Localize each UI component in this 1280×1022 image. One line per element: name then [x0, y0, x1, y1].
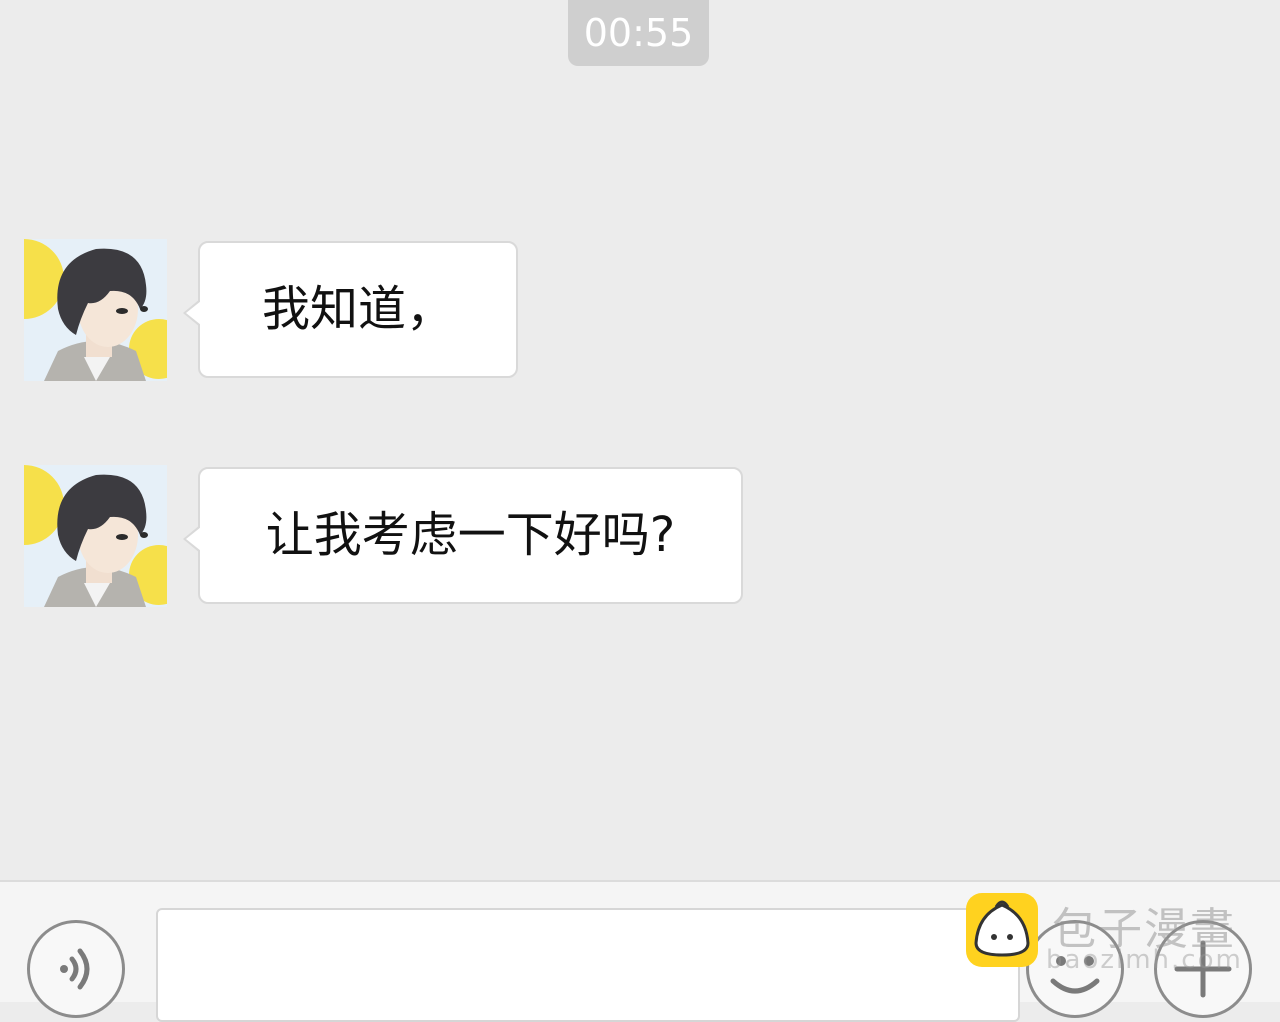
avatar-young-man-icon [24, 239, 167, 381]
message-text: 我知道， [261, 281, 454, 337]
message-input[interactable] [156, 908, 1020, 1022]
voice-icon [60, 948, 90, 990]
message-row: 让我考虑一下好吗? [0, 465, 1280, 615]
message-bubble[interactable]: 让我考虑一下好吗? [183, 467, 743, 604]
bun-logo-icon [966, 893, 1038, 967]
message-bubble[interactable]: 我知道， [183, 241, 518, 378]
site-watermark: 包子漫畫 baozimh.com [966, 893, 1266, 975]
voice-button[interactable] [27, 920, 125, 1018]
contact-avatar[interactable] [24, 239, 167, 381]
watermark-url: baozimh.com [1046, 945, 1243, 975]
avatar-young-man-icon [24, 465, 167, 607]
message-text: 让我考虑一下好吗? [265, 507, 676, 563]
contact-avatar[interactable] [24, 465, 167, 607]
chat-timestamp: 00:55 [568, 0, 709, 66]
message-row: 我知道， [0, 239, 1280, 389]
